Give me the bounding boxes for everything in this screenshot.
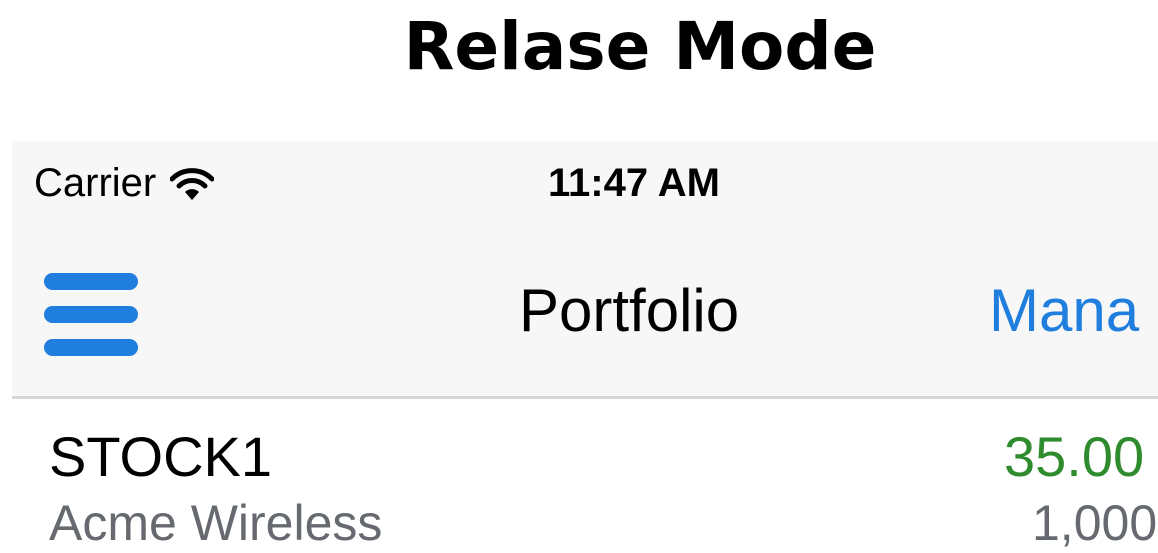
share-count: 1,000 [1032, 495, 1158, 551]
carrier-label: Carrier [34, 161, 157, 205]
nav-title: Portfolio [519, 277, 740, 344]
status-time: 11:47 AM [548, 161, 720, 205]
stock-price: 35.00 [1004, 425, 1145, 488]
stock-symbol: STOCK1 [49, 425, 273, 488]
page-caption: Relase Mode [403, 8, 877, 85]
manage-button[interactable]: Mana [989, 276, 1139, 345]
navigation-bar: Portfolio Mana [12, 227, 1158, 399]
status-bar: Carrier 11:47 AM [12, 141, 1158, 227]
hamburger-menu-icon[interactable] [44, 273, 138, 357]
list-item[interactable]: STOCK1 Acme Wireless 35.00 1,000 [12, 399, 1158, 553]
carrier-indicator: Carrier [34, 161, 215, 206]
wifi-icon [170, 167, 215, 200]
company-name: Acme Wireless [49, 495, 383, 551]
phone-screen: Carrier 11:47 AM Portfolio Mana STOCK1 A… [12, 141, 1158, 553]
